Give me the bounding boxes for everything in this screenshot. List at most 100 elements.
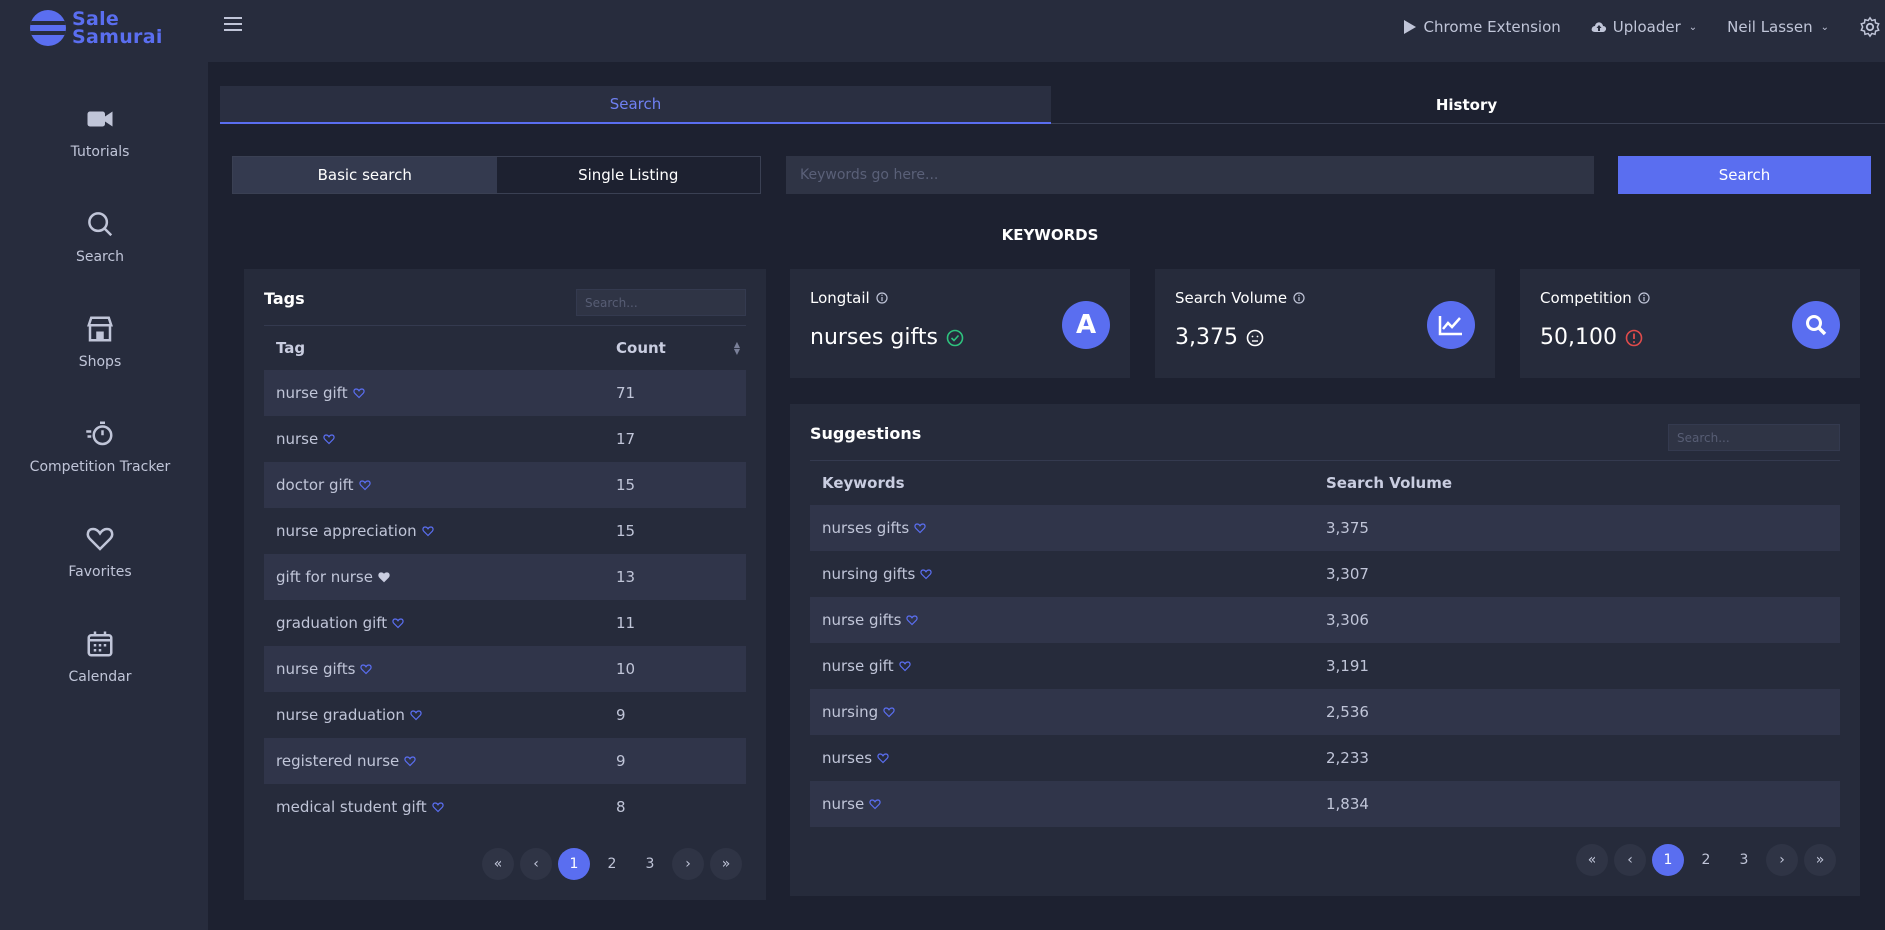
sidebar-item-calendar[interactable]: Calendar	[0, 629, 200, 685]
favorite-heart-icon[interactable]	[898, 660, 911, 672]
last-page-button[interactable]: »	[710, 848, 742, 880]
favorite-heart-icon[interactable]	[883, 706, 895, 718]
tag-row[interactable]: nurse gift 71	[264, 369, 746, 416]
favorite-heart-icon[interactable]	[392, 617, 404, 629]
check-circle-icon	[946, 329, 964, 346]
alert-circle-icon	[1625, 329, 1643, 346]
tab-search[interactable]: Search	[220, 86, 1051, 124]
sidebar-item-competition-tracker[interactable]: Competition Tracker	[0, 419, 200, 475]
next-page-button[interactable]: ›	[672, 848, 704, 880]
tag-row[interactable]: nurse appreciation 15	[264, 508, 746, 554]
page-2-button[interactable]: 2	[596, 848, 628, 880]
tag-column-header[interactable]: Tag	[264, 325, 604, 370]
info-icon[interactable]	[1638, 292, 1650, 304]
tag-row[interactable]: medical student gift 8	[264, 784, 746, 830]
tag-row[interactable]: gift for nurse 13	[264, 553, 746, 600]
suggestion-row[interactable]: nursing 2,536	[810, 688, 1840, 735]
favorite-heart-icon[interactable]	[431, 801, 444, 813]
uploader-dropdown[interactable]: Uploader ⌄	[1591, 18, 1697, 36]
longtail-value: nurses gifts	[810, 325, 964, 350]
favorite-heart-icon[interactable]	[906, 614, 919, 626]
count-column-header[interactable]: Count ▲ ▼	[604, 325, 746, 370]
tab-history[interactable]: History	[1051, 86, 1882, 124]
tag-text: nurse	[276, 429, 319, 448]
tag-row[interactable]: registered nurse 9	[264, 737, 746, 784]
suggestion-row[interactable]: nurse 1,834	[810, 780, 1840, 827]
single-listing-button[interactable]: Single Listing	[496, 157, 760, 193]
menu-toggle-icon[interactable]	[224, 17, 242, 33]
play-store-icon	[1403, 20, 1416, 34]
page-1-button[interactable]: 1	[558, 848, 590, 880]
basic-search-button[interactable]: Basic search	[233, 157, 497, 193]
suggestion-row[interactable]: nurses gifts 3,375	[810, 504, 1840, 551]
favorite-heart-icon[interactable]	[410, 709, 422, 721]
cell-keyword: nurse	[810, 780, 1314, 827]
favorite-heart-icon[interactable]	[869, 798, 881, 810]
sidebar-item-search[interactable]: Search	[0, 209, 200, 265]
tag-row[interactable]: nurse 17	[264, 416, 746, 462]
tag-row[interactable]: doctor gift 15	[264, 461, 746, 508]
favorite-heart-icon[interactable]	[404, 755, 416, 767]
longtail-card: Longtail nurses gifts A	[790, 269, 1130, 378]
favorite-heart-icon[interactable]	[421, 525, 434, 537]
favorite-heart-icon[interactable]	[378, 571, 390, 583]
calendar-icon	[87, 631, 113, 657]
favorite-heart-icon[interactable]	[360, 663, 373, 675]
tag-row[interactable]: graduation gift 11	[264, 600, 746, 646]
suggestions-pagination: «‹ 1 2 3 ›»	[1576, 844, 1836, 876]
search-volume-column-header[interactable]: Search Volume	[1314, 460, 1840, 505]
first-page-button[interactable]: «	[1576, 844, 1608, 876]
neutral-face-icon	[1246, 329, 1264, 346]
tag-text: medical student gift	[276, 797, 427, 816]
cloud-upload-icon	[1591, 22, 1606, 32]
sidebar-item-favorites[interactable]: Favorites	[0, 524, 200, 580]
favorite-heart-icon[interactable]	[352, 387, 365, 399]
suggestion-row[interactable]: nurse gifts 3,306	[810, 596, 1840, 643]
page-1-button[interactable]: 1	[1652, 844, 1684, 876]
cell-tag: nurse	[264, 416, 604, 462]
favorite-heart-icon[interactable]	[914, 522, 926, 534]
search-volume-card: Search Volume 3,375	[1155, 269, 1495, 378]
gear-icon[interactable]	[1859, 16, 1881, 38]
sidebar-item-tutorials[interactable]: Tutorials	[0, 104, 200, 160]
keyword-text: nurse	[822, 794, 865, 813]
cell-tag: registered nurse	[264, 737, 604, 784]
sidebar-item-shops[interactable]: Shops	[0, 314, 200, 370]
tags-panel: Tags Tag Count ▲▼ nurse gift 71 nurse 17 doc…	[244, 269, 766, 900]
prev-page-button[interactable]: ‹	[520, 848, 552, 880]
search-volume-label: Search Volume	[1175, 289, 1305, 307]
suggestion-row[interactable]: nurse gift 3,191	[810, 643, 1840, 689]
search-button[interactable]: Search	[1618, 156, 1871, 194]
logo[interactable]: Sale Samurai	[30, 10, 163, 47]
cell-keyword: nurses gifts	[810, 504, 1314, 551]
cell-tag: graduation gift	[264, 600, 604, 646]
first-page-button[interactable]: «	[482, 848, 514, 880]
favorite-heart-icon[interactable]	[358, 479, 371, 491]
page-2-button[interactable]: 2	[1690, 844, 1722, 876]
keywords-column-header[interactable]: Keywords	[810, 460, 1314, 505]
cell-tag: nurse gifts	[264, 645, 604, 692]
suggestion-row[interactable]: nursing gifts 3,307	[810, 551, 1840, 597]
keywords-input[interactable]	[786, 156, 1594, 194]
cell-count: 10	[604, 645, 746, 692]
cell-count: 15	[616, 521, 636, 540]
favorite-heart-icon[interactable]	[920, 568, 933, 580]
tag-row[interactable]: nurse graduation 9	[264, 692, 746, 738]
suggestions-search-input[interactable]	[1668, 424, 1840, 451]
sort-icon[interactable]: ▲ ▼	[734, 341, 740, 356]
tags-search-input[interactable]	[576, 289, 746, 316]
favorite-heart-icon[interactable]	[877, 752, 889, 764]
next-page-button[interactable]: ›	[1766, 844, 1798, 876]
page-3-button[interactable]: 3	[634, 848, 666, 880]
suggestion-row[interactable]: nurses 2,233	[810, 735, 1840, 781]
page-3-button[interactable]: 3	[1728, 844, 1760, 876]
prev-page-button[interactable]: ‹	[1614, 844, 1646, 876]
cell-volume: 2,536	[1314, 688, 1840, 735]
tag-row[interactable]: nurse gifts 10	[264, 645, 746, 692]
last-page-button[interactable]: »	[1804, 844, 1836, 876]
info-icon[interactable]	[876, 292, 888, 304]
favorite-heart-icon[interactable]	[323, 433, 335, 445]
chrome-extension-link[interactable]: Chrome Extension	[1402, 18, 1561, 36]
info-icon[interactable]	[1293, 292, 1305, 304]
user-menu[interactable]: Neil Lassen ⌄	[1727, 18, 1829, 36]
